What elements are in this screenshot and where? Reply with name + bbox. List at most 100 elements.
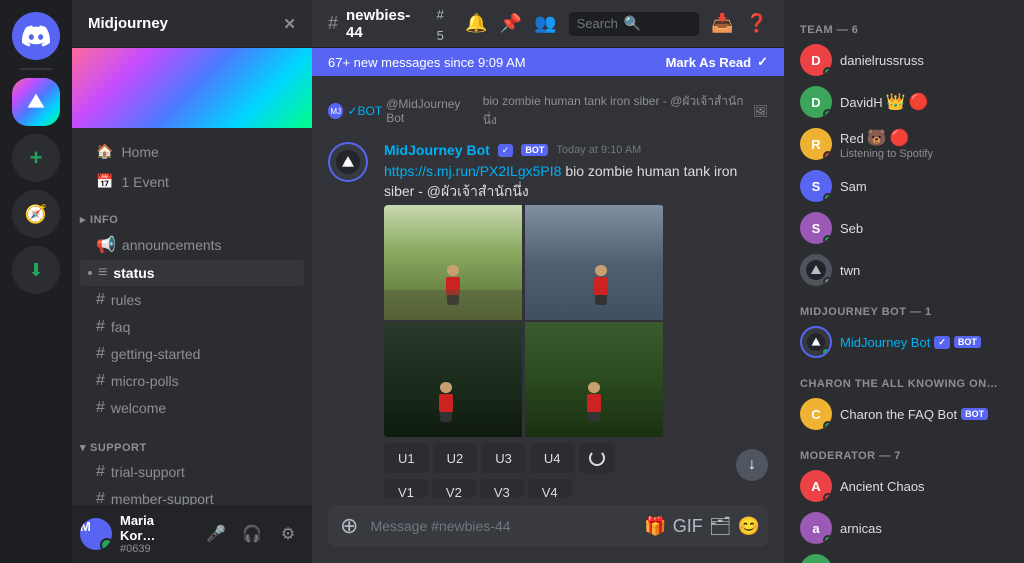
search-bar[interactable]: Search 🔍 bbox=[569, 12, 700, 36]
members-toggle-icon[interactable]: 👥 bbox=[534, 13, 556, 34]
bot-badge: ✓ bbox=[934, 336, 950, 349]
new-messages-bar[interactable]: 67+ new messages since 9:09 AM Mark As R… bbox=[312, 48, 784, 76]
channel-hash-icon: # bbox=[328, 13, 338, 34]
help-icon[interactable]: ❓ bbox=[746, 13, 768, 34]
channel-member-support[interactable]: # member-support bbox=[80, 486, 304, 505]
footer-icons: 🎤 🎧 ⚙ bbox=[200, 518, 304, 550]
notification-mute-icon[interactable]: 🔔 bbox=[465, 13, 487, 34]
download-apps-icon[interactable]: ⬇ bbox=[12, 246, 60, 294]
sticker-icon[interactable]: 🗂 bbox=[709, 516, 732, 537]
channel-micro-polls[interactable]: # micro-polls bbox=[80, 368, 304, 394]
mark-as-read-label: Mark As Read bbox=[666, 55, 752, 70]
active-indicator bbox=[88, 271, 92, 275]
member-danielrussruss[interactable]: D danielrussruss bbox=[792, 40, 1016, 80]
member-davidh[interactable]: D DavidH 👑 🔴 bbox=[792, 82, 1016, 122]
message-group-1: MidJourney Bot ✓ BOT Today at 9:10 AM ht… bbox=[328, 138, 768, 497]
bot-avatar[interactable] bbox=[328, 142, 368, 182]
chat-messages: MJ ✓BOT @MidJourney Bot bio zombie human… bbox=[312, 76, 784, 497]
member-ancient-chaos[interactable]: A Ancient Chaos bbox=[792, 466, 1016, 506]
dot-icon: 🔴 bbox=[890, 128, 910, 148]
member-name-wrapper: Charon the FAQ Bot BOT bbox=[840, 407, 988, 422]
server-sidebar: + 🧭 ⬇ bbox=[0, 0, 72, 563]
channel-getting-started[interactable]: # getting-started bbox=[80, 341, 304, 367]
discord-home-icon[interactable] bbox=[12, 12, 60, 60]
channel-announcements-label: announcements bbox=[122, 237, 222, 253]
pin-icon[interactable]: 📌 bbox=[500, 13, 522, 34]
channel-rules[interactable]: # rules bbox=[80, 287, 304, 313]
gif-icon[interactable]: GIF bbox=[673, 516, 703, 537]
server-banner-image bbox=[72, 48, 312, 128]
mark-as-read-btn[interactable]: Mark As Read ✓ bbox=[666, 54, 768, 70]
channel-announcements[interactable]: 📢 announcements bbox=[80, 231, 304, 259]
v1-button[interactable]: V1 bbox=[384, 479, 428, 497]
support-category-label: SUPPORT bbox=[90, 442, 147, 454]
emoji-icon[interactable]: 😊 bbox=[738, 516, 760, 537]
inline-text: bio zombie human tank iron siber - @ผัวเ… bbox=[483, 92, 749, 130]
chat-input[interactable] bbox=[370, 507, 636, 545]
v3-button[interactable]: V3 bbox=[480, 479, 524, 497]
action-buttons-row1: U1 U2 U3 U4 bbox=[384, 443, 768, 473]
inline-bot-avatar: MJ bbox=[328, 103, 343, 119]
channel-status[interactable]: ≡ status bbox=[80, 260, 304, 286]
scroll-to-bottom-btn[interactable]: ↓ bbox=[736, 449, 768, 481]
bot-badge: BOT bbox=[521, 144, 548, 156]
explore-servers-icon[interactable]: 🧭 bbox=[12, 190, 60, 238]
channel-hash-icon: # bbox=[96, 318, 105, 336]
channel-hash-icon: ≡ bbox=[98, 264, 107, 282]
midjourney-server-icon[interactable] bbox=[12, 78, 60, 126]
image-cell-bl[interactable] bbox=[384, 322, 522, 437]
u4-button[interactable]: U4 bbox=[530, 443, 575, 473]
nav-events[interactable]: 📅 1 Event bbox=[80, 167, 304, 196]
member-midjourney-bot[interactable]: MidJourney Bot ✓ BOT bbox=[792, 322, 1016, 362]
inbox-icon[interactable]: 📥 bbox=[711, 13, 733, 34]
inline-bot-badge: ✓BOT bbox=[347, 104, 382, 118]
member-twn[interactable]: twn bbox=[792, 250, 1016, 290]
member-sam[interactable]: S Sam bbox=[792, 166, 1016, 206]
add-attachment-btn[interactable]: ⊕ bbox=[336, 505, 362, 547]
v4-button[interactable]: V4 bbox=[528, 479, 572, 497]
support-category[interactable]: ▾ SUPPORT bbox=[72, 425, 312, 458]
u1-button[interactable]: U1 bbox=[384, 443, 429, 473]
member-subtext: Listening to Spotify bbox=[840, 148, 933, 160]
channel-micro-polls-label: micro-polls bbox=[111, 373, 179, 389]
refresh-button[interactable] bbox=[579, 443, 615, 473]
member-charon-bot[interactable]: C Charon the FAQ Bot BOT bbox=[792, 394, 1016, 434]
member-arnicas[interactable]: a arnicas bbox=[792, 508, 1016, 548]
image-cell-tl[interactable] bbox=[384, 205, 522, 320]
gift-icon[interactable]: 🎁 bbox=[644, 516, 666, 537]
search-icon: 🔍 bbox=[624, 15, 641, 32]
channel-welcome[interactable]: # welcome bbox=[80, 395, 304, 421]
user-avatar[interactable]: M bbox=[80, 518, 112, 550]
chat-input-area: ⊕ 🎁 GIF 🗂 😊 bbox=[312, 497, 784, 563]
channel-trial-support[interactable]: # trial-support bbox=[80, 459, 304, 485]
settings-icon[interactable]: ⚙ bbox=[272, 518, 304, 550]
message-link[interactable]: https://s.mj.run/PX2ILgx5PI8 bbox=[384, 163, 561, 179]
channel-faq[interactable]: # faq bbox=[80, 314, 304, 340]
deafen-icon[interactable]: 🎧 bbox=[236, 518, 268, 550]
message-timestamp: Today at 9:10 AM bbox=[556, 144, 641, 156]
dot-icon: 🔴 bbox=[909, 92, 929, 112]
hash-count-btn[interactable]: # 5 bbox=[437, 3, 454, 45]
member-fractl[interactable]: f fractl bbox=[792, 550, 1016, 563]
member-name: Red bbox=[840, 131, 864, 146]
nav-home-label: Home bbox=[121, 144, 158, 160]
inline-mention: @MidJourney Bot bbox=[386, 97, 479, 125]
nav-home[interactable]: 🏠 Home bbox=[80, 137, 304, 166]
member-red[interactable]: R Red 🐻 🔴 Listening to Spotify bbox=[792, 124, 1016, 164]
info-category[interactable]: ▸ INFO bbox=[72, 197, 312, 230]
members-category-charon: CHARON THE ALL KNOWING ON… bbox=[792, 370, 1016, 394]
server-name: Midjourney bbox=[88, 15, 168, 32]
u3-button[interactable]: U3 bbox=[481, 443, 526, 473]
mute-icon[interactable]: 🎤 bbox=[200, 518, 232, 550]
v2-button[interactable]: V2 bbox=[432, 479, 476, 497]
server-header[interactable]: Midjourney ✕ bbox=[72, 0, 312, 48]
channel-status-label: status bbox=[113, 265, 154, 281]
u2-button[interactable]: U2 bbox=[433, 443, 478, 473]
member-name-wrapper: DavidH 👑 🔴 bbox=[840, 92, 928, 112]
member-seb[interactable]: S Seb bbox=[792, 208, 1016, 248]
add-server-icon[interactable]: + bbox=[12, 134, 60, 182]
channel-hash-icon: # bbox=[96, 399, 105, 417]
image-cell-tr[interactable] bbox=[525, 205, 663, 320]
image-cell-br[interactable] bbox=[525, 322, 663, 437]
server-divider bbox=[20, 68, 52, 70]
